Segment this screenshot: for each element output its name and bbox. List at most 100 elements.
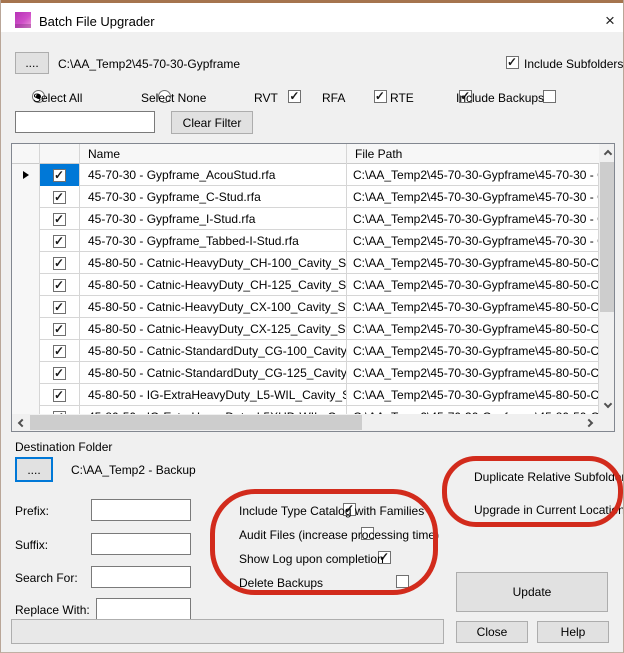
row-selector[interactable] xyxy=(12,230,40,252)
include-backups-checkbox[interactable] xyxy=(543,90,556,103)
grid-header-name[interactable]: Name xyxy=(80,144,347,164)
row-checkbox-cell[interactable] xyxy=(40,164,80,186)
row-selector[interactable] xyxy=(12,274,40,296)
table-row[interactable]: 45-70-30 - Gypframe_I-Stud.rfa C:\AA_Tem… xyxy=(12,208,599,230)
row-checkbox[interactable] xyxy=(53,389,66,402)
update-button[interactable]: Update xyxy=(456,572,608,612)
table-row[interactable]: 45-80-50 - Catnic-StandardDuty_CG-100_Ca… xyxy=(12,340,599,362)
file-path-cell[interactable]: C:\AA_Temp2\45-70-30-Gypframe\45-80-50-C… xyxy=(347,296,599,318)
file-path-cell[interactable]: C:\AA_Temp2\45-70-30-Gypframe\45-70-30 -… xyxy=(347,208,599,230)
close-icon[interactable]: × xyxy=(595,6,624,35)
delete-backups-checkbox[interactable] xyxy=(396,575,409,588)
file-path-cell[interactable]: C:\AA_Temp2\45-70-30-Gypframe\45-80-50-C… xyxy=(347,362,599,384)
row-selector[interactable] xyxy=(12,384,40,406)
destination-browse-button[interactable]: .... xyxy=(15,457,53,482)
row-checkbox[interactable] xyxy=(53,279,66,292)
rfa-label[interactable]: RFA xyxy=(322,91,345,105)
row-checkbox-cell[interactable] xyxy=(40,384,80,406)
file-name-cell[interactable]: 45-80-50 - Catnic-HeavyDuty_CH-100_Cavit… xyxy=(80,252,347,274)
file-path-cell[interactable]: C:\AA_Temp2\45-70-30-Gypframe\45-70-30 -… xyxy=(347,230,599,252)
include-subfolders-checkbox[interactable] xyxy=(506,56,519,69)
row-checkbox[interactable] xyxy=(53,257,66,270)
file-name-cell[interactable]: 45-80-50 - IG-ExtraHeavyDuty_L5-WIL_Cavi… xyxy=(80,384,347,406)
table-row[interactable]: 45-80-50 - Catnic-HeavyDuty_CH-100_Cavit… xyxy=(12,252,599,274)
file-name-cell[interactable]: 45-80-50 - Catnic-StandardDuty_CG-125_Ca… xyxy=(80,362,347,384)
table-row[interactable]: 45-80-50 - IG-ExtraHeavyDuty_L5-WIL_Cavi… xyxy=(12,384,599,406)
file-name-cell[interactable]: 45-80-50 - Catnic-HeavyDuty_CH-125_Cavit… xyxy=(80,274,347,296)
row-checkbox[interactable] xyxy=(53,323,66,336)
scroll-right-icon[interactable] xyxy=(582,414,599,431)
rvt-label[interactable]: RVT xyxy=(254,91,278,105)
rvt-checkbox[interactable] xyxy=(288,90,301,103)
select-all-label[interactable]: Select All xyxy=(33,91,82,105)
file-name-cell[interactable]: 45-80-50 - Catnic-HeavyDuty_CX-125_Cavit… xyxy=(80,318,347,340)
horizontal-scrollbar[interactable] xyxy=(12,414,599,431)
file-grid[interactable]: Name File Path 45-70-30 - Gypframe_AcouS… xyxy=(11,143,615,432)
file-name-cell[interactable]: 45-70-30 - Gypframe_AcouStud.rfa xyxy=(80,164,347,186)
table-row[interactable]: 45-80-50 - Catnic-HeavyDuty_CX-100_Cavit… xyxy=(12,296,599,318)
row-selector[interactable] xyxy=(12,208,40,230)
file-name-cell[interactable]: 45-70-30 - Gypframe_I-Stud.rfa xyxy=(80,208,347,230)
file-name-cell[interactable]: 45-80-50 - Catnic-StandardDuty_CG-100_Ca… xyxy=(80,340,347,362)
file-path-cell[interactable]: C:\AA_Temp2\45-70-30-Gypframe\45-80-50-C… xyxy=(347,340,599,362)
row-checkbox-cell[interactable] xyxy=(40,296,80,318)
file-path-cell[interactable]: C:\AA_Temp2\45-70-30-Gypframe\45-80-50-C… xyxy=(347,252,599,274)
row-checkbox[interactable] xyxy=(53,191,66,204)
file-path-cell[interactable]: C:\AA_Temp2\45-70-30-Gypframe\45-70-30 -… xyxy=(347,186,599,208)
scroll-left-icon[interactable] xyxy=(12,414,29,431)
row-checkbox[interactable] xyxy=(53,301,66,314)
include-subfolders-label[interactable]: Include Subfolders xyxy=(524,57,623,71)
help-button[interactable]: Help xyxy=(537,621,609,643)
row-selector[interactable] xyxy=(12,164,40,186)
suffix-field[interactable] xyxy=(91,533,191,555)
row-selector[interactable] xyxy=(12,362,40,384)
scroll-down-icon[interactable] xyxy=(599,397,615,414)
delete-backups-label[interactable]: Delete Backups xyxy=(239,576,323,590)
row-checkbox[interactable] xyxy=(53,213,66,226)
audit-files-label[interactable]: Audit Files (increase processing time) xyxy=(239,528,439,542)
include-type-catalog-label[interactable]: Include Type Catalog with Families xyxy=(239,504,424,518)
file-name-cell[interactable]: 45-70-30 - Gypframe_Tabbed-I-Stud.rfa xyxy=(80,230,347,252)
file-name-cell[interactable]: 45-80-50 - Catnic-HeavyDuty_CX-100_Cavit… xyxy=(80,296,347,318)
table-row[interactable]: 45-80-50 - Catnic-StandardDuty_CG-125_Ca… xyxy=(12,362,599,384)
row-checkbox[interactable] xyxy=(53,169,66,182)
replace-with-field[interactable] xyxy=(96,598,191,620)
filter-input[interactable] xyxy=(15,111,155,133)
row-selector[interactable] xyxy=(12,296,40,318)
row-selector[interactable] xyxy=(12,318,40,340)
vertical-scroll-thumb[interactable] xyxy=(600,162,615,312)
table-row[interactable]: 45-80-50 - Catnic-HeavyDuty_CX-125_Cavit… xyxy=(12,318,599,340)
prefix-field[interactable] xyxy=(91,499,191,521)
show-log-label[interactable]: Show Log upon completion xyxy=(239,552,384,566)
row-checkbox-cell[interactable] xyxy=(40,186,80,208)
close-button[interactable]: Close xyxy=(456,621,528,643)
rte-label[interactable]: RTE xyxy=(390,91,414,105)
row-checkbox[interactable] xyxy=(53,367,66,380)
row-selector[interactable] xyxy=(12,186,40,208)
upgrade-in-current-location-label[interactable]: Upgrade in Current Location xyxy=(474,503,624,517)
source-browse-button[interactable]: .... xyxy=(15,52,49,74)
table-row[interactable]: 45-70-30 - Gypframe_Tabbed-I-Stud.rfa C:… xyxy=(12,230,599,252)
search-for-field[interactable] xyxy=(91,566,191,588)
duplicate-relative-subfolders-label[interactable]: Duplicate Relative Subfolders xyxy=(474,470,624,484)
table-row[interactable]: 45-70-30 - Gypframe_C-Stud.rfa C:\AA_Tem… xyxy=(12,186,599,208)
row-checkbox-cell[interactable] xyxy=(40,340,80,362)
file-path-cell[interactable]: C:\AA_Temp2\45-70-30-Gypframe\45-70-30 -… xyxy=(347,164,599,186)
select-none-label[interactable]: Select None xyxy=(141,91,206,105)
row-checkbox-cell[interactable] xyxy=(40,230,80,252)
table-row[interactable]: 45-80-50 - Catnic-HeavyDuty_CH-125_Cavit… xyxy=(12,274,599,296)
row-checkbox[interactable] xyxy=(53,235,66,248)
row-checkbox[interactable] xyxy=(53,345,66,358)
row-checkbox-cell[interactable] xyxy=(40,252,80,274)
row-checkbox-cell[interactable] xyxy=(40,362,80,384)
title-bar[interactable]: Batch File Upgrader × xyxy=(1,3,624,32)
row-selector[interactable] xyxy=(12,340,40,362)
file-path-cell[interactable]: C:\AA_Temp2\45-70-30-Gypframe\45-80-50-C… xyxy=(347,384,599,406)
table-row[interactable]: 45-70-30 - Gypframe_AcouStud.rfa C:\AA_T… xyxy=(12,164,599,186)
row-checkbox-cell[interactable] xyxy=(40,318,80,340)
row-checkbox-cell[interactable] xyxy=(40,274,80,296)
file-name-cell[interactable]: 45-70-30 - Gypframe_C-Stud.rfa xyxy=(80,186,347,208)
row-selector[interactable] xyxy=(12,252,40,274)
file-path-cell[interactable]: C:\AA_Temp2\45-70-30-Gypframe\45-80-50-C… xyxy=(347,318,599,340)
horizontal-scroll-thumb[interactable] xyxy=(30,415,362,430)
